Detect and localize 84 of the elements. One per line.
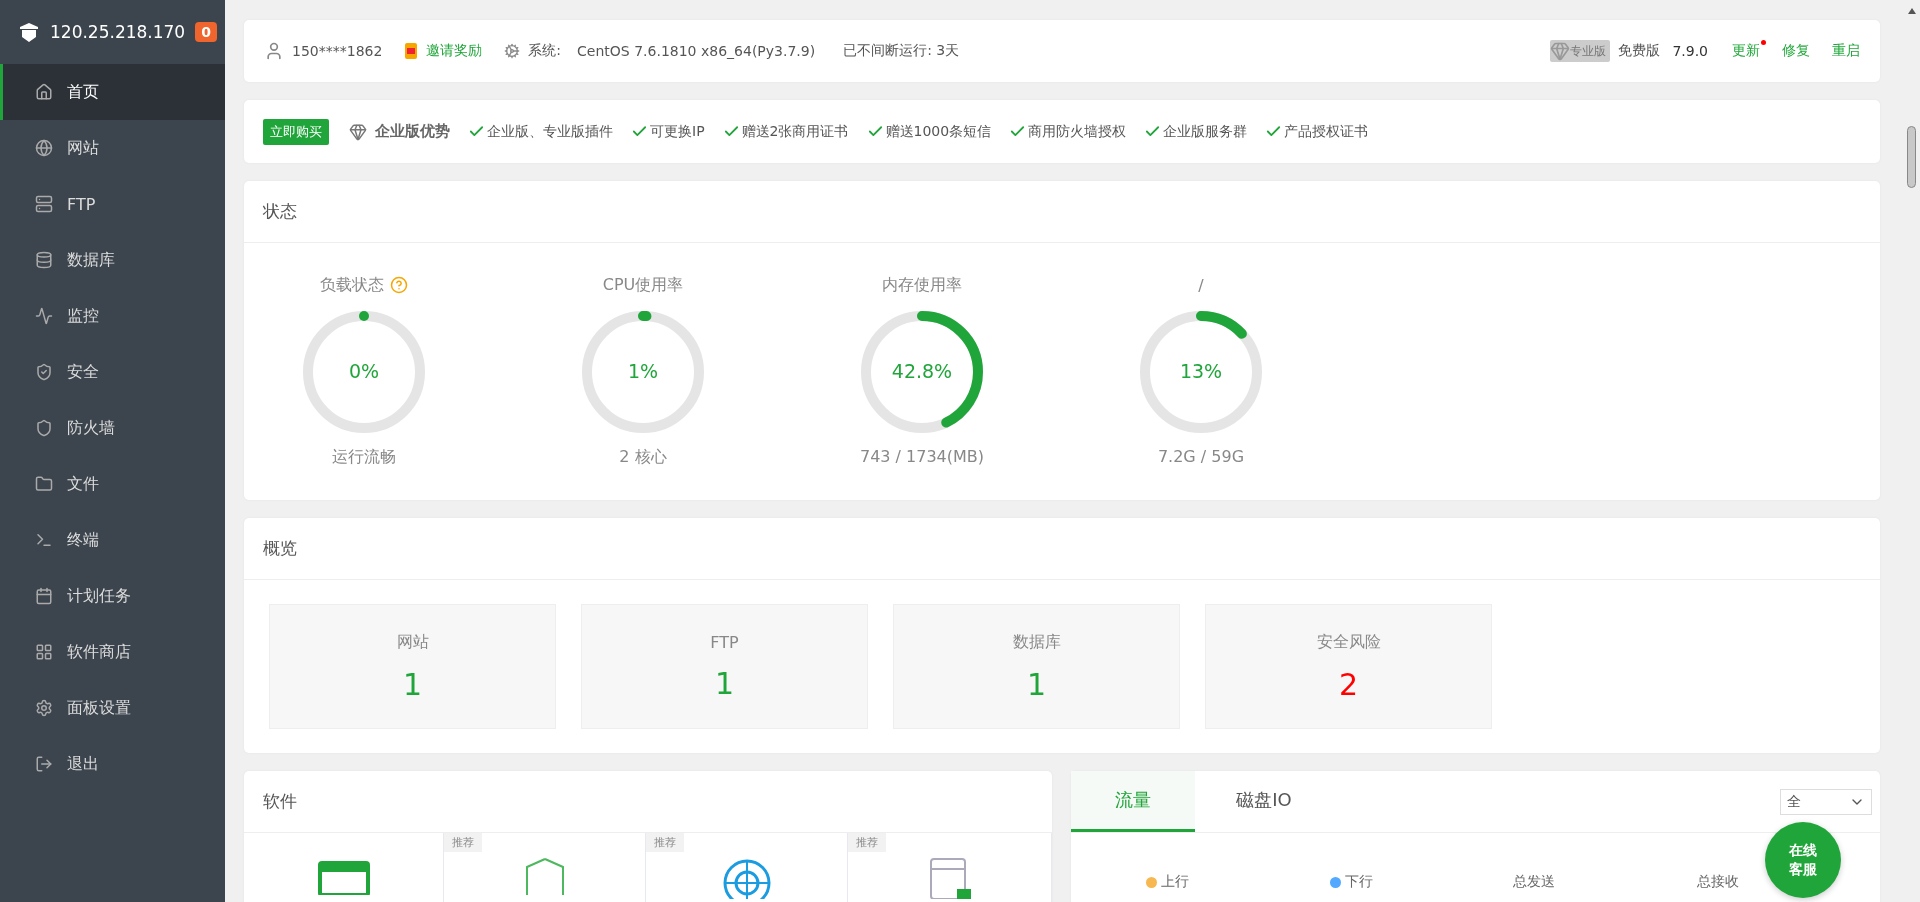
scroll-thumb[interactable] xyxy=(1907,126,1916,188)
system-label: 系统: xyxy=(528,42,562,60)
gauge-value: 0% xyxy=(347,360,381,382)
nav-item[interactable]: 网站 xyxy=(0,120,225,176)
nav-item[interactable]: 软件商店 xyxy=(0,624,225,680)
legend-item: 上行 xyxy=(1146,873,1330,891)
gauge-value: 13% xyxy=(1178,360,1224,382)
gauge-label: 负载状态 xyxy=(320,274,384,296)
nav-icon xyxy=(35,643,53,661)
section-title: 软件 xyxy=(263,790,297,813)
help-icon[interactable] xyxy=(390,276,408,294)
nav-item[interactable]: 监控 xyxy=(0,288,225,344)
gauge-label: CPU使用率 xyxy=(602,274,684,296)
nav-item[interactable]: FTP xyxy=(0,176,225,232)
nav-icon xyxy=(35,139,53,157)
uptime: 已不间断运行: 3天 xyxy=(843,42,960,60)
recommend-tag: 推荐 xyxy=(444,833,482,852)
gauge-value: 42.8% xyxy=(890,360,954,382)
nav-icon xyxy=(35,307,53,325)
nav-item[interactable]: 首页 xyxy=(0,64,225,120)
nav-item[interactable]: 安全 xyxy=(0,344,225,400)
gauge-caption: 743 / 1734(MB) xyxy=(859,447,985,466)
gauge-label: / xyxy=(1198,275,1204,295)
nav-icon xyxy=(35,587,53,605)
nav-item[interactable]: 防火墙 xyxy=(0,400,225,456)
legend-item: 下行 xyxy=(1329,873,1513,891)
tab[interactable]: 磁盘IO xyxy=(1195,771,1333,832)
legend-item: 总发送 xyxy=(1513,873,1556,891)
gauge-caption: 2 核心 xyxy=(619,447,667,468)
feature-item: 赠送2张商用证书 xyxy=(722,122,849,141)
gear-icon xyxy=(504,43,521,59)
gauge-value: 1% xyxy=(626,360,660,382)
scroll-up-icon[interactable] xyxy=(1907,8,1916,14)
system-info: CentOS 7.6.1810 x86_64(Py3.7.9) xyxy=(577,43,816,59)
overview-count: 1 xyxy=(714,665,735,701)
nav-item[interactable]: 终端 xyxy=(0,512,225,568)
nav-icon xyxy=(35,195,53,213)
pro-badge: 专业版 xyxy=(1550,40,1611,62)
nav-icon xyxy=(35,363,53,381)
nav-icon xyxy=(35,419,53,437)
overview-label: 安全风险 xyxy=(1316,631,1381,653)
nav-icon xyxy=(35,699,53,717)
user-icon xyxy=(264,41,284,61)
overview-count: 2 xyxy=(1338,666,1359,702)
gauge-caption: 7.2G / 59G xyxy=(1157,447,1245,466)
overview-label: 数据库 xyxy=(1012,631,1061,653)
legend-item: 总接收 xyxy=(1696,873,1740,891)
overview-tile[interactable]: 安全风险 2 xyxy=(1205,604,1492,729)
recommend-tag: 推荐 xyxy=(646,833,684,852)
overview-count: 1 xyxy=(1026,666,1047,702)
section-title: 状态 xyxy=(263,200,297,223)
edition: 免费版 xyxy=(1618,42,1661,60)
alert-count: 0 xyxy=(195,22,217,42)
feature-item: 产品授权证书 xyxy=(1265,122,1369,141)
server-icon xyxy=(18,21,40,43)
nav-icon xyxy=(35,251,53,269)
overview-label: 网站 xyxy=(396,631,429,653)
gauge-label: 内存使用率 xyxy=(882,274,962,296)
overview-label: FTP xyxy=(710,632,739,652)
host-address: 120.25.218.170 xyxy=(50,22,186,42)
nav-item[interactable]: 数据库 xyxy=(0,232,225,288)
gauge-caption: 运行流畅 xyxy=(332,447,396,468)
nav-icon xyxy=(35,755,53,773)
feature-item: 企业版、专业版插件 xyxy=(468,122,613,141)
gift-icon xyxy=(404,42,419,60)
promo-title: 企业版优势 xyxy=(375,122,450,141)
range-select[interactable]: 全 xyxy=(1780,788,1872,815)
feature-item: 商用防火墙授权 xyxy=(1009,122,1127,141)
overview-count: 1 xyxy=(402,666,423,702)
version: 7.9.0 xyxy=(1672,43,1708,59)
nav-item[interactable]: 退出 xyxy=(0,736,225,792)
diamond-icon xyxy=(349,122,367,141)
nav-icon xyxy=(35,83,53,101)
nav-item[interactable]: 面板设置 xyxy=(0,680,225,736)
nav-item[interactable]: 计划任务 xyxy=(0,568,225,624)
nav-icon xyxy=(35,531,53,549)
nav-item[interactable]: 文件 xyxy=(0,456,225,512)
feature-item: 企业版服务群 xyxy=(1144,122,1248,141)
user-account: 150****1862 xyxy=(292,43,383,59)
feature-item: 赠送1000条短信 xyxy=(866,122,992,141)
feature-item: 可更换IP xyxy=(631,122,705,141)
nav-icon xyxy=(35,475,53,493)
recommend-tag: 推荐 xyxy=(848,833,886,852)
section-title: 概览 xyxy=(263,537,297,560)
